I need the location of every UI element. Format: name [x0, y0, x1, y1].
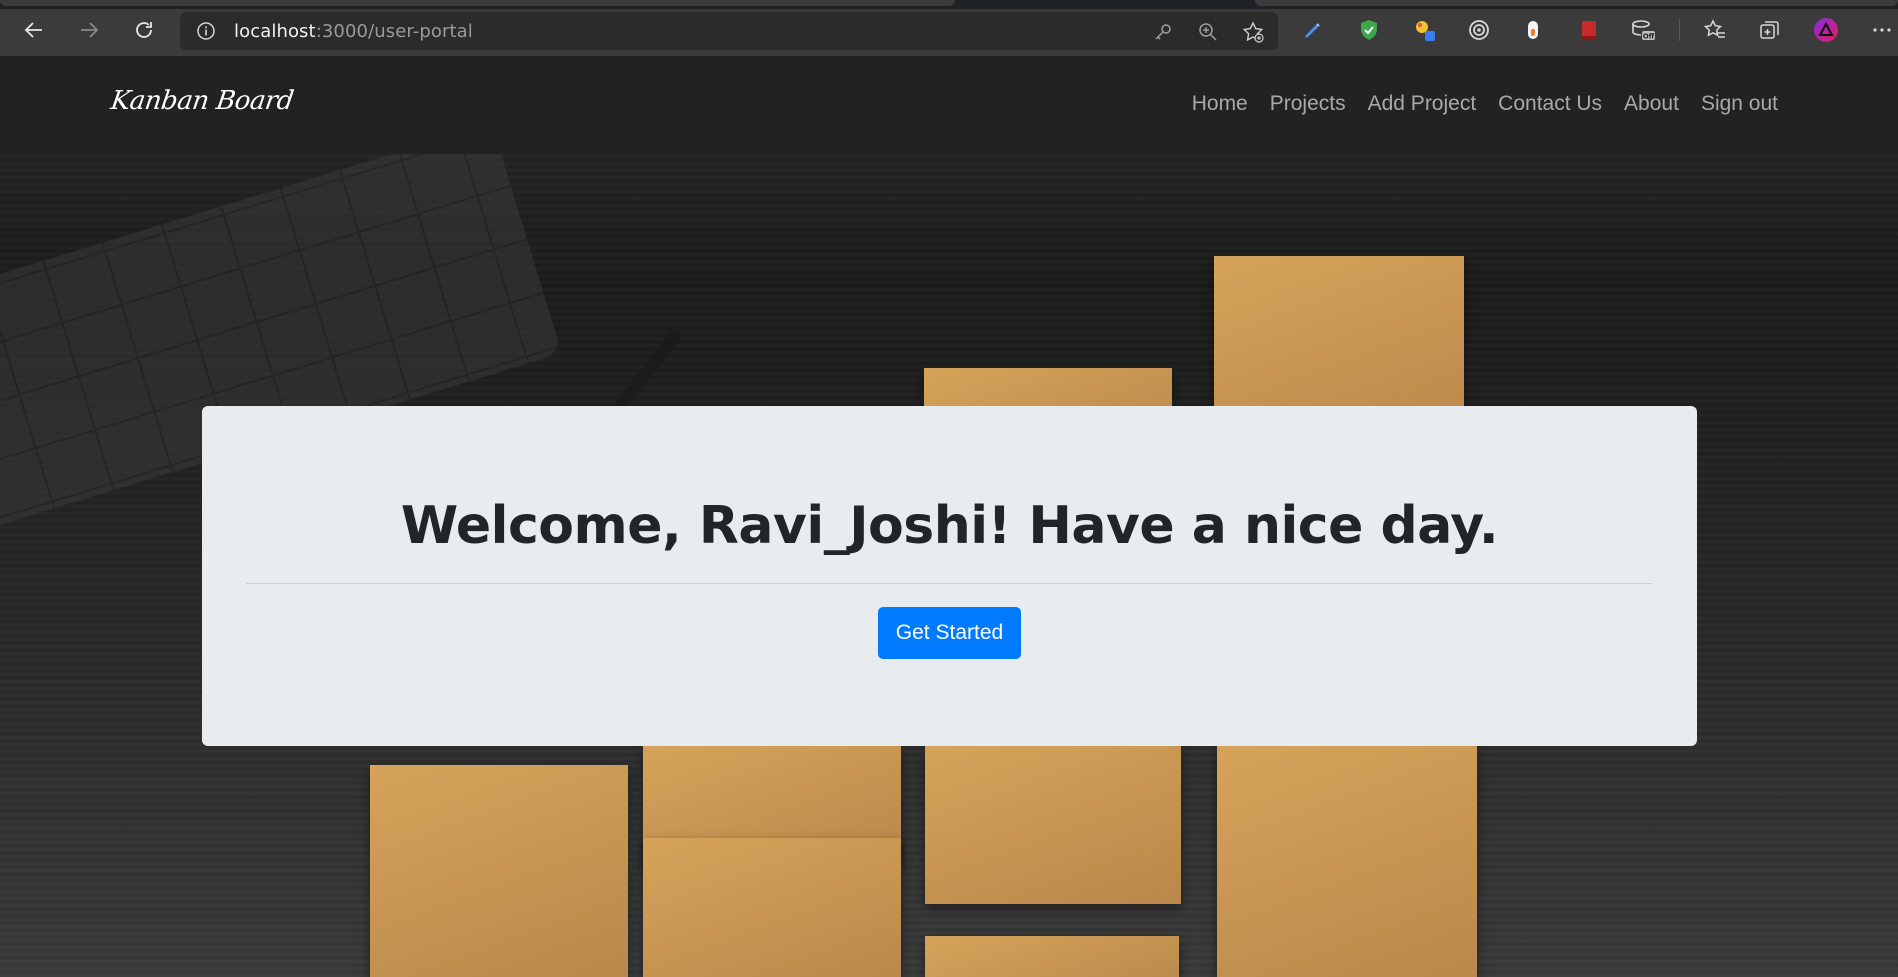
color-picker-extension-icon[interactable]: [1412, 17, 1438, 43]
pen-extension-icon[interactable]: [1300, 17, 1326, 43]
url-path: :3000/user-portal: [315, 21, 473, 42]
nav-sign-out-link[interactable]: Sign out: [1701, 92, 1778, 116]
sticky-note: [925, 746, 1181, 904]
nav-home-link[interactable]: Home: [1192, 92, 1248, 116]
url-text[interactable]: localhost:3000/user-portal: [234, 21, 473, 42]
nav-contact-us-link[interactable]: Contact Us: [1498, 92, 1602, 116]
get-started-button[interactable]: Get Started: [878, 607, 1021, 659]
forward-arrow-icon: [81, 22, 99, 38]
key-icon[interactable]: [1152, 21, 1174, 43]
site-info-icon[interactable]: [196, 21, 216, 41]
nav-add-project-link[interactable]: Add Project: [1368, 92, 1477, 116]
sticky-note: [643, 838, 901, 977]
url-host: localhost: [234, 21, 316, 42]
reload-button[interactable]: [128, 14, 160, 46]
add-favorite-icon[interactable]: [1242, 21, 1264, 43]
active-tab-edge: [0, 0, 955, 6]
cache-extension-icon[interactable]: Off: [1630, 17, 1656, 43]
profile-avatar[interactable]: [1813, 17, 1839, 43]
site-navbar: Kanban Board Home Projects Add Project C…: [0, 56, 1898, 154]
brand-logo[interactable]: Kanban Board: [109, 86, 295, 116]
target-extension-icon[interactable]: [1466, 17, 1492, 43]
browser-toolbar: localhost:3000/user-portal Off: [0, 0, 1898, 56]
divider: [246, 583, 1653, 584]
reload-icon: [136, 22, 152, 38]
toolbar-separator: [1679, 19, 1680, 41]
ext-badge-text: Off: [1643, 33, 1655, 41]
back-button[interactable]: [18, 14, 50, 46]
book-extension-icon[interactable]: [1576, 17, 1602, 43]
address-bar[interactable]: localhost:3000/user-portal: [180, 12, 1278, 50]
back-arrow-icon: [24, 22, 42, 38]
nav-projects-link[interactable]: Projects: [1270, 92, 1346, 116]
forward-button[interactable]: [73, 14, 105, 46]
mouse-extension-icon[interactable]: [1520, 17, 1546, 43]
nav-links: Home Projects Add Project Contact Us Abo…: [1192, 92, 1778, 116]
shield-extension-icon[interactable]: [1356, 17, 1382, 43]
sticky-note: [925, 936, 1179, 977]
favorites-icon[interactable]: [1702, 17, 1728, 43]
welcome-heading: Welcome, Ravi_Joshi! Have a nice day.: [400, 496, 1499, 556]
collections-icon[interactable]: [1757, 17, 1783, 43]
inactive-tab-edge: [1255, 0, 1898, 6]
nav-about-link[interactable]: About: [1624, 92, 1679, 116]
page-viewport: Kanban Board Home Projects Add Project C…: [0, 56, 1898, 977]
sticky-note: [370, 765, 628, 977]
tab-strip: [0, 0, 1898, 9]
sticky-note: [1217, 746, 1477, 977]
welcome-jumbotron: Welcome, Ravi_Joshi! Have a nice day. Ge…: [202, 406, 1697, 746]
more-menu-icon[interactable]: [1869, 17, 1895, 43]
zoom-icon[interactable]: [1197, 21, 1219, 43]
